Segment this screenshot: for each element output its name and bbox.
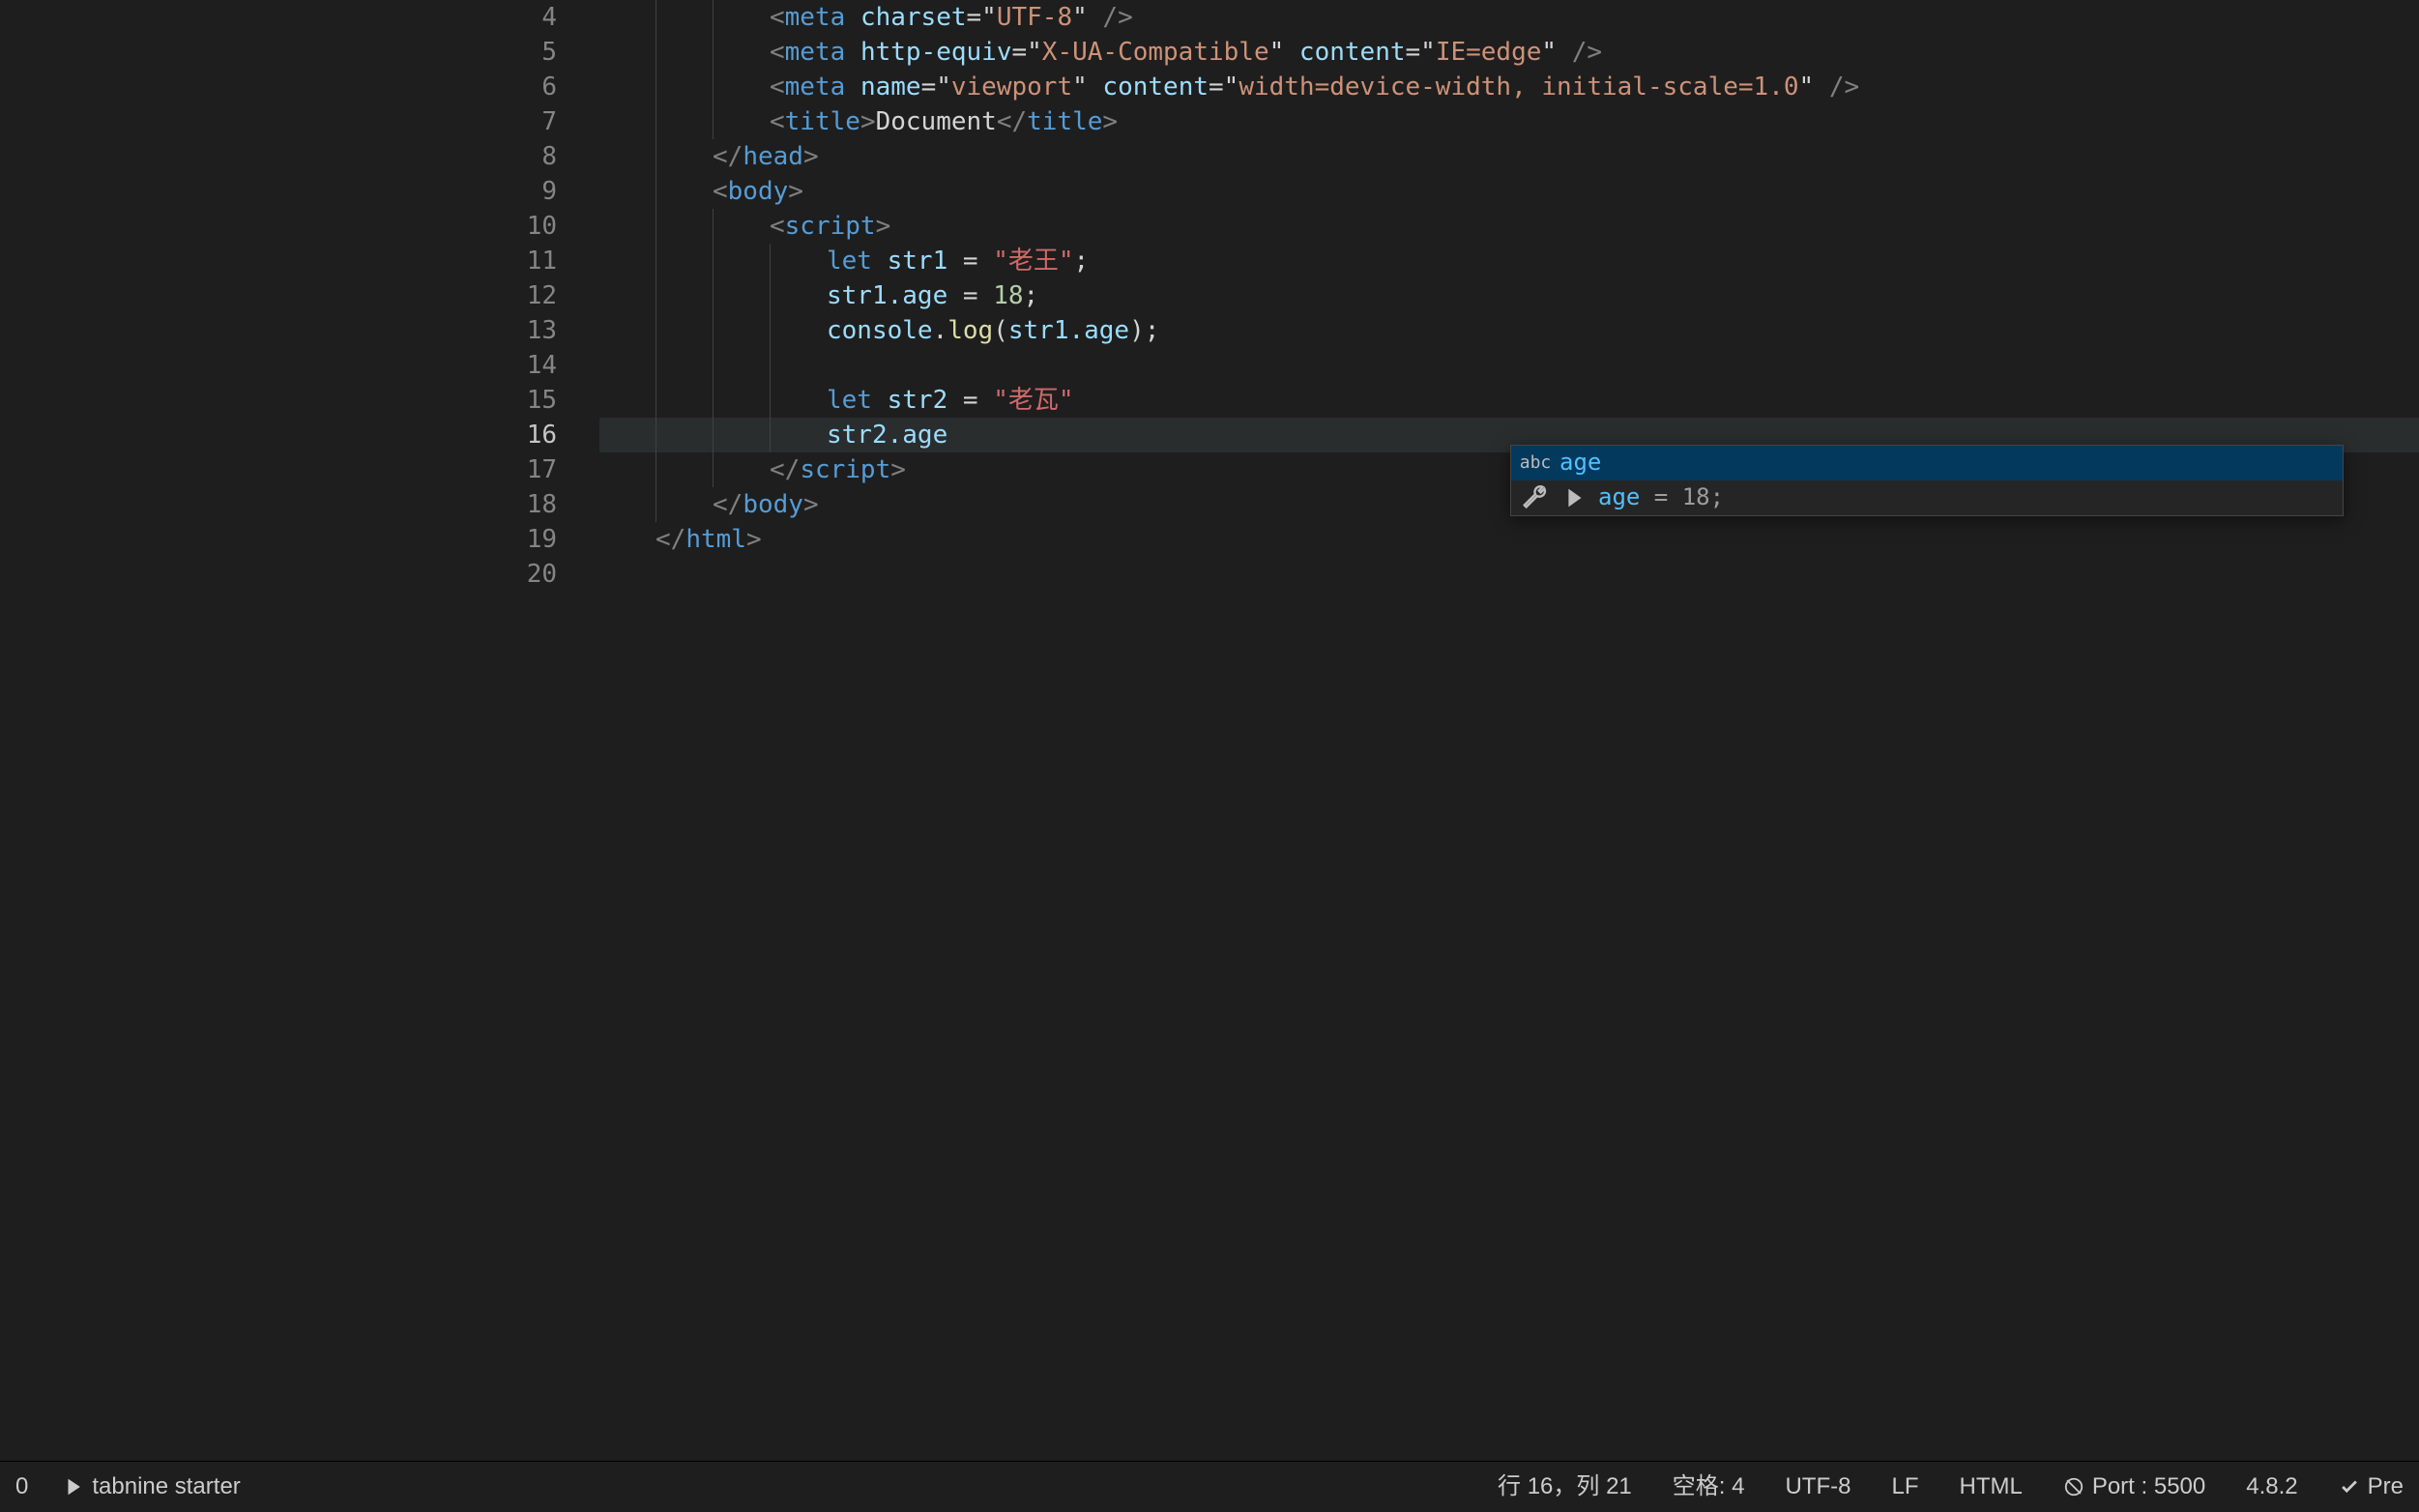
intellisense-popup[interactable]: abc age age = 18; <box>1510 445 2344 516</box>
status-cursor-position[interactable]: 行 16，列 21 <box>1492 1462 1638 1512</box>
code-line[interactable]: </head> <box>599 139 2419 174</box>
line-number: 4 <box>0 0 599 35</box>
code-line[interactable]: str1.age = 18; <box>599 278 2419 313</box>
line-number: 16 <box>0 418 599 452</box>
code-line[interactable]: <title>Document</title> <box>599 104 2419 139</box>
status-live-server[interactable]: Port : 5500 <box>2057 1462 2211 1512</box>
line-number: 7 <box>0 104 599 139</box>
line-number: 19 <box>0 522 599 557</box>
code-line[interactable] <box>599 557 2419 592</box>
code-line[interactable]: <meta charset="UTF-8" /> <box>599 0 2419 35</box>
text-icon: abc <box>1521 451 1550 475</box>
suggestion-item[interactable]: age = 18; <box>1511 480 2343 515</box>
code-line[interactable]: let str2 = "老瓦" <box>599 383 2419 418</box>
status-problems-count: 0 <box>15 1470 28 1502</box>
line-number: 15 <box>0 383 599 418</box>
line-number: 10 <box>0 209 599 244</box>
status-bar: 0 tabnine starter 行 16，列 21 空格: 4 UTF-8 … <box>0 1461 2419 1512</box>
code-line[interactable]: </html> <box>599 522 2419 557</box>
code-line[interactable]: <script> <box>599 209 2419 244</box>
line-number: 13 <box>0 313 599 348</box>
code-line[interactable]: let str1 = "老王"; <box>599 244 2419 278</box>
status-language[interactable]: HTML <box>1953 1462 2027 1512</box>
code-line[interactable] <box>599 348 2419 383</box>
status-version[interactable]: 4.8.2 <box>2240 1462 2303 1512</box>
line-number: 12 <box>0 278 599 313</box>
code-line[interactable]: <meta http-equiv="X-UA-Compatible" conte… <box>599 35 2419 70</box>
code-line[interactable]: <meta name="viewport" content="width=dev… <box>599 70 2419 104</box>
status-encoding[interactable]: UTF-8 <box>1779 1462 1856 1512</box>
code-content[interactable]: <meta charset="UTF-8" /> <meta http-equi… <box>599 0 2419 1462</box>
line-number: 18 <box>0 487 599 522</box>
line-number: 20 <box>0 557 599 592</box>
suggestion-label: age <box>1559 449 1601 476</box>
line-number: 11 <box>0 244 599 278</box>
code-line[interactable]: <body> <box>599 174 2419 209</box>
check-icon <box>2339 1476 2360 1497</box>
tabnine-icon <box>63 1476 84 1497</box>
line-number-gutter: 4567891011121314151617181920 <box>0 0 599 1462</box>
status-prettier[interactable]: Pre <box>2333 1462 2409 1512</box>
line-number: 5 <box>0 35 599 70</box>
suggestion-label: age = 18; <box>1598 481 1724 513</box>
suggestion-item[interactable]: abc age <box>1511 446 2343 480</box>
editor-area[interactable]: 4567891011121314151617181920 <meta chars… <box>0 0 2419 1462</box>
status-indentation[interactable]: 空格: 4 <box>1667 1462 1751 1512</box>
broadcast-icon <box>2063 1476 2084 1497</box>
status-tabnine-label: tabnine starter <box>92 1470 240 1502</box>
code-line[interactable]: console.log(str1.age); <box>599 313 2419 348</box>
wrench-icon <box>1521 486 1550 509</box>
status-tabnine[interactable]: tabnine starter <box>57 1462 246 1512</box>
line-number: 8 <box>0 139 599 174</box>
line-number: 9 <box>0 174 599 209</box>
tabnine-icon <box>1559 486 1588 509</box>
line-number: 14 <box>0 348 599 383</box>
status-problems[interactable]: 0 <box>10 1462 34 1512</box>
line-number: 17 <box>0 452 599 487</box>
status-eol[interactable]: LF <box>1885 1462 1924 1512</box>
line-number: 6 <box>0 70 599 104</box>
